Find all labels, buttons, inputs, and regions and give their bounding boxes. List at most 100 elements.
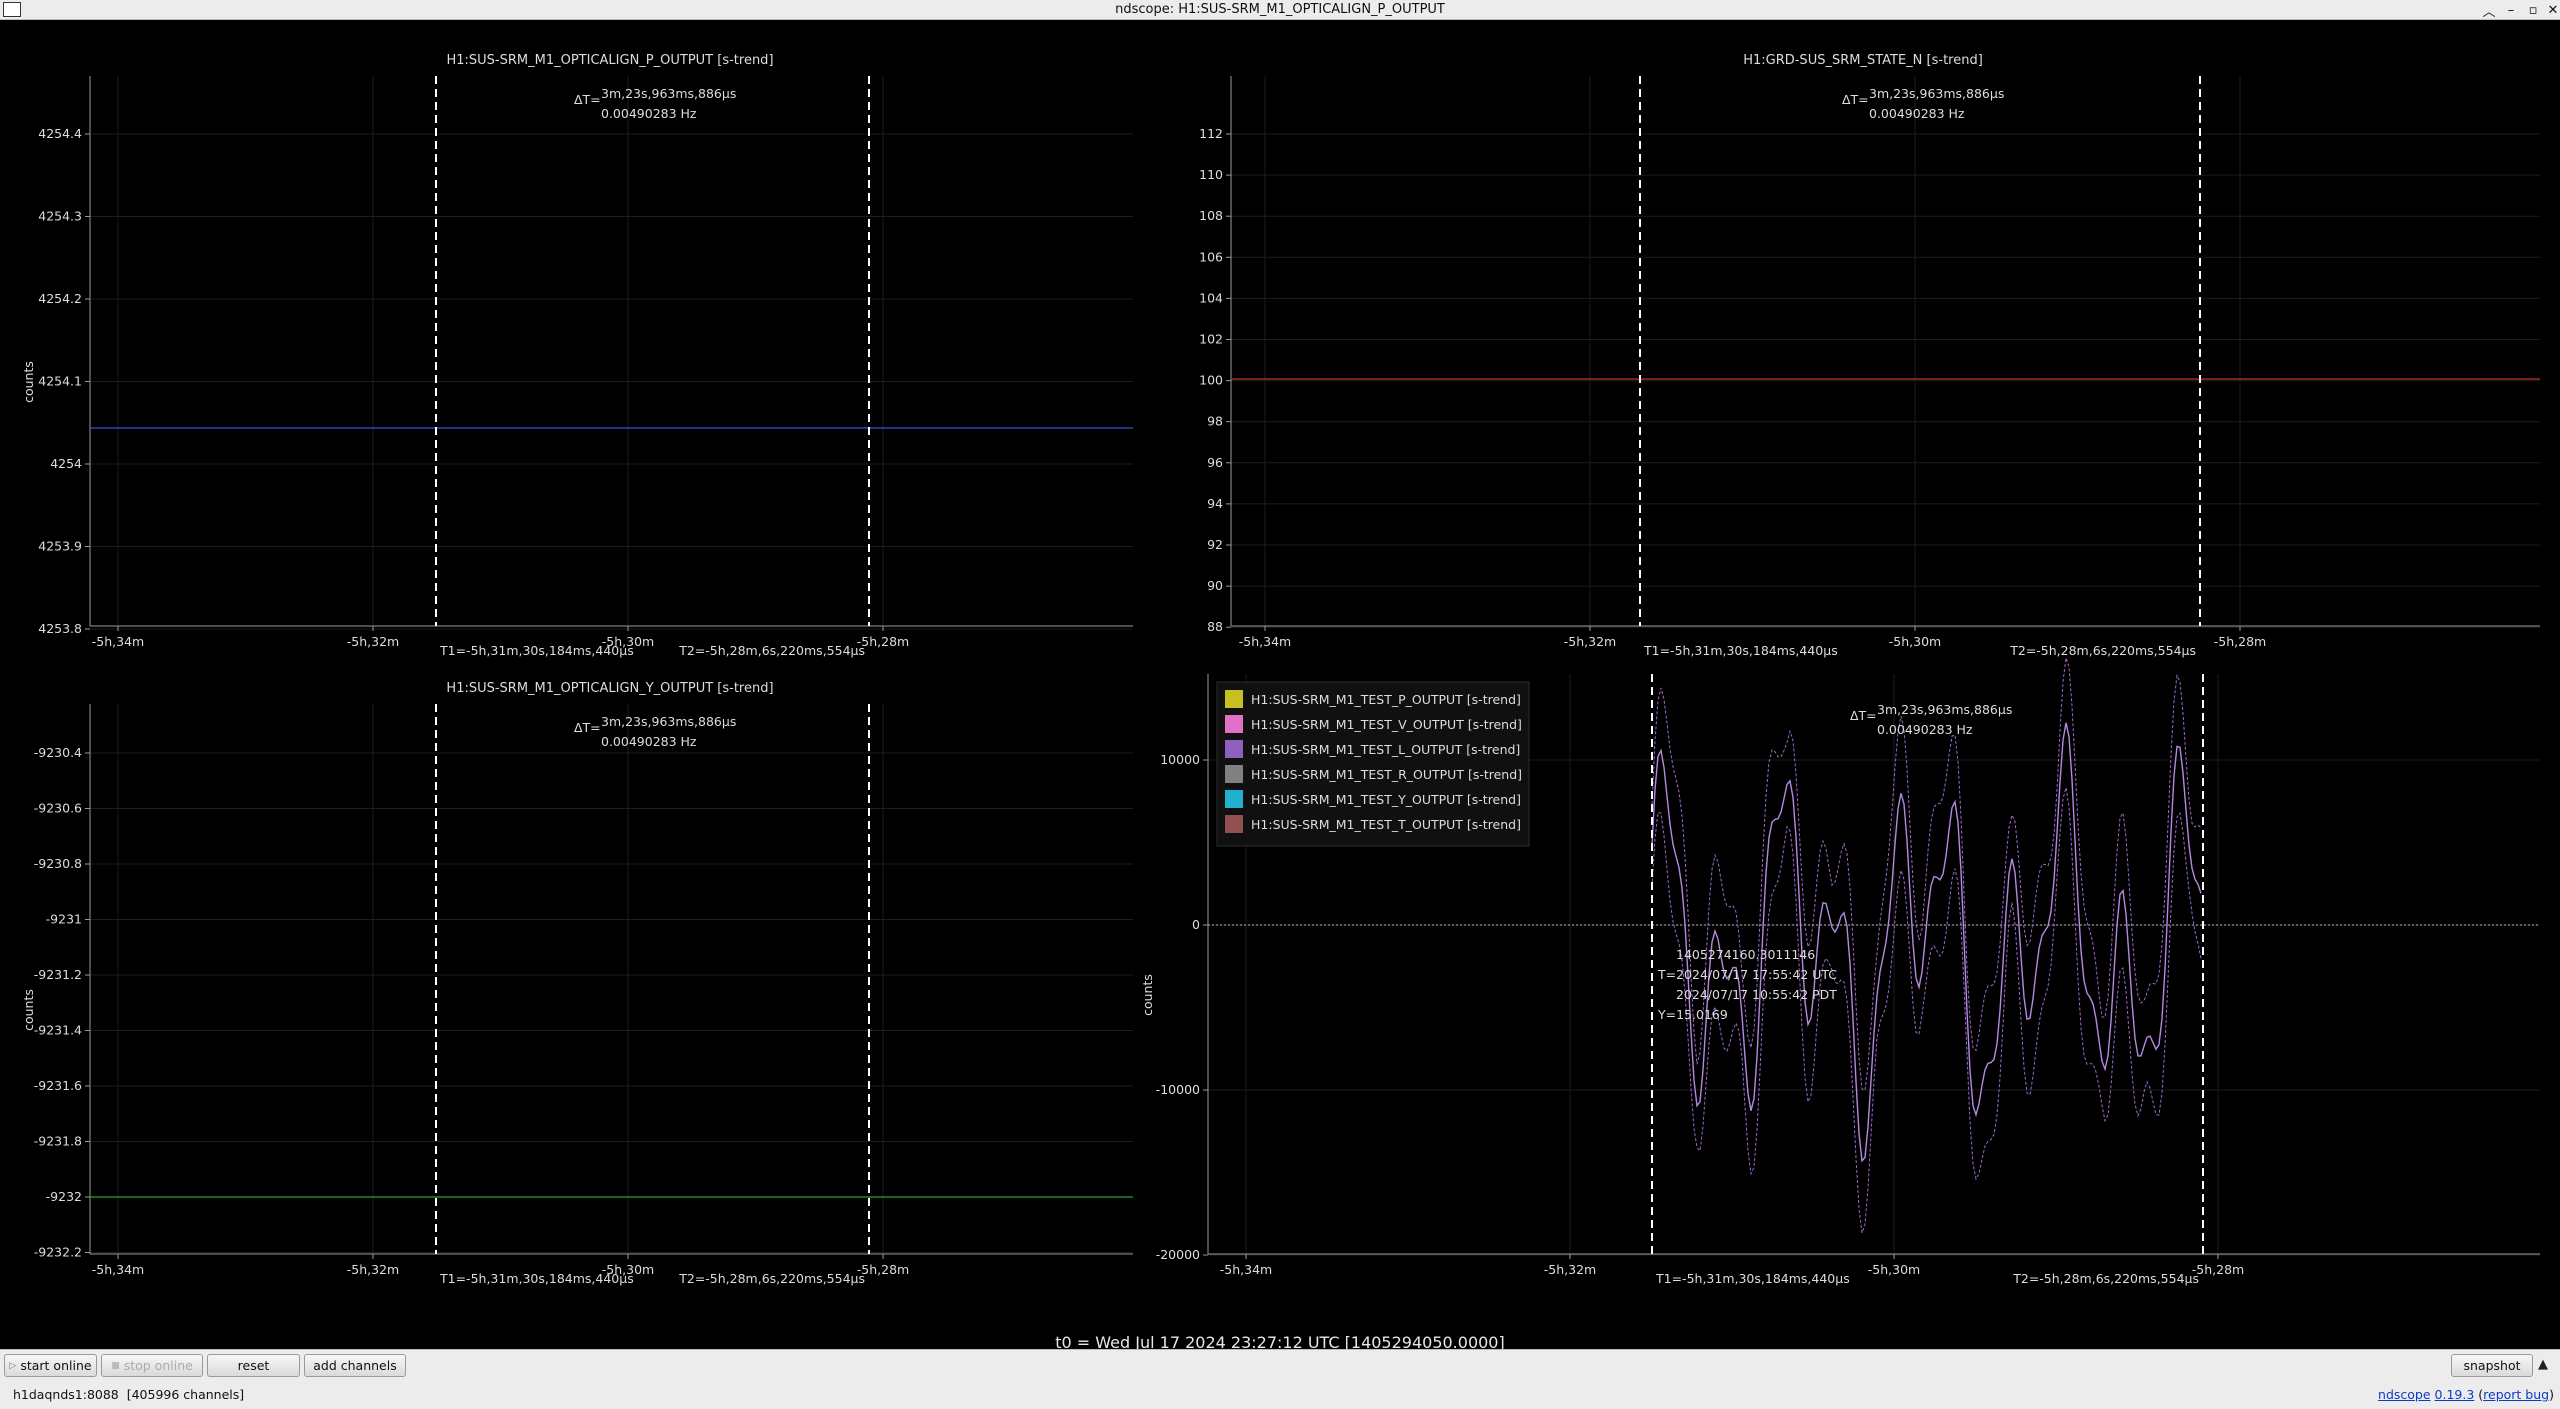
plot-yaw-ylabel: counts <box>21 989 36 1031</box>
plot-yaw[interactable]: -9230.4 -9230.6 -9230.8 -9231 -9231.2 -9231.4… <box>34 704 1133 1286</box>
add-channels-button[interactable]: add channels <box>304 1354 406 1377</box>
x-tick-label: -5h,34m <box>1239 634 1291 649</box>
y-tick-label: -9232 <box>46 1189 82 1204</box>
y-tick-label: -9230.6 <box>34 801 82 816</box>
y-tick-label: 106 <box>1199 249 1223 264</box>
x-tick-label: -5h,32m <box>1564 634 1616 649</box>
plot-pitch-title: H1:SUS-SRM_M1_OPTICALIGN_P_OUTPUT [s-tre… <box>446 53 773 68</box>
y-tick-label: -9231 <box>46 912 82 927</box>
y-tick-label: -9231.8 <box>34 1134 82 1149</box>
plot-yaw-delta-time: 3m,23s,963ms,886µs <box>601 714 736 729</box>
x-tick-label: -5h,32m <box>347 634 399 649</box>
y-tick-label: 90 <box>1207 578 1223 593</box>
maximize-icon[interactable]: ▫ <box>2522 0 2544 20</box>
y-tick-label: 88 <box>1207 619 1223 634</box>
y-tick-label: 0 <box>1192 917 1200 932</box>
plot-yaw-viewbox[interactable] <box>90 704 1133 1254</box>
y-tick-label: 94 <box>1207 496 1223 511</box>
y-tick-label: -9232.2 <box>34 1245 82 1260</box>
ndscope-link[interactable]: ndscope <box>2378 1387 2431 1402</box>
plot-state-viewbox[interactable] <box>1231 76 2540 626</box>
version-link[interactable]: 0.19.3 <box>2435 1387 2475 1402</box>
y-tick-label: 4253.9 <box>38 539 82 554</box>
plot-test-t2-label: T2=-5h,28m,6s,220ms,554µs <box>2012 1271 2199 1286</box>
legend-entry[interactable]: H1:SUS-SRM_M1_TEST_L_OUTPUT [s-trend] <box>1251 742 1520 757</box>
plot-yaw-delta-freq: 0.00490283 Hz <box>601 734 697 749</box>
y-tick-label: 104 <box>1199 290 1223 305</box>
plot-pitch-t2-label: T2=-5h,28m,6s,220ms,554µs <box>678 643 865 658</box>
y-tick-label: -9231.4 <box>34 1023 82 1038</box>
y-tick-label: 110 <box>1199 167 1223 182</box>
y-tick-label: 96 <box>1207 455 1223 470</box>
y-tick-label: 4254.4 <box>38 126 82 141</box>
plot-test-delta-label: ΔT= <box>1850 708 1877 723</box>
reset-button[interactable]: reset <box>207 1354 300 1377</box>
legend-swatch[interactable] <box>1225 815 1243 833</box>
window-titlebar: ndscope: H1:SUS-SRM_M1_OPTICALIGN_P_OUTP… <box>0 0 2560 20</box>
plot-test-ylabel: counts <box>1140 974 1155 1016</box>
plot-state-delta-label: ΔT= <box>1842 92 1869 107</box>
plot-pitch-ylabel: counts <box>21 361 36 403</box>
collapse-arrow-icon[interactable]: ▲ <box>2538 1357 2548 1372</box>
plot-yaw-title: H1:SUS-SRM_M1_OPTICALIGN_Y_OUTPUT [s-tre… <box>446 681 773 696</box>
plot-yaw-t1-label: T1=-5h,31m,30s,184ms,440µs <box>439 1271 634 1286</box>
plot-area[interactable]: 4254.4 4254.3 4254.2 4254.1 4254 4253.9 4253.8… <box>0 20 2560 1352</box>
plot-state[interactable]: 112 110 108 106 104 102 100 98 96 94 92 90 88 -5h,34… <box>1199 76 2540 658</box>
legend-swatch[interactable] <box>1225 715 1243 733</box>
plot-test-y-ticks: 10000 0 -10000 -20000 <box>1156 752 1208 1262</box>
legend-swatch[interactable] <box>1225 740 1243 758</box>
legend-swatch[interactable] <box>1225 690 1243 708</box>
plot-test[interactable]: 10000 0 -10000 -20000 -5h,34m -5h,32m -5h,30m… <box>1156 657 2540 1286</box>
snapshot-button[interactable]: snapshot <box>2451 1354 2533 1377</box>
plot-pitch-delta-freq: 0.00490283 Hz <box>601 106 697 121</box>
app-icon <box>3 2 21 17</box>
chevron-up-icon[interactable]: ︿ <box>2478 0 2500 20</box>
plot-state-t2-label: T2=-5h,28m,6s,220ms,554µs <box>2009 643 2196 658</box>
point-info-y: Y=15.0169 <box>1657 1007 1728 1022</box>
plot-state-delta-freq: 0.00490283 Hz <box>1869 106 1965 121</box>
legend-entry[interactable]: H1:SUS-SRM_M1_TEST_R_OUTPUT [s-trend] <box>1251 767 1522 782</box>
plot-test-delta-freq: 0.00490283 Hz <box>1877 722 1973 737</box>
x-tick-label: -5h,34m <box>92 1262 144 1277</box>
legend-entry[interactable]: H1:SUS-SRM_M1_TEST_Y_OUTPUT [s-trend] <box>1251 792 1521 807</box>
plot-yaw-delta-label: ΔT= <box>574 720 601 735</box>
x-tick-label: -5h,34m <box>1220 1262 1272 1277</box>
close-icon[interactable]: ✕ <box>2542 0 2560 20</box>
plot-pitch-t1-label: T1=-5h,31m,30s,184ms,440µs <box>439 643 634 658</box>
plot-state-title: H1:GRD-SUS_SRM_STATE_N [s-trend] <box>1743 53 1983 68</box>
point-info-utc: T=2024/07/17 17:55:42 UTC <box>1657 967 1837 982</box>
start-online-button[interactable]: ▷ start online <box>4 1354 97 1377</box>
plot-state-y-ticks: 112 110 108 106 104 102 100 98 96 94 92 90 88 <box>1199 126 1231 634</box>
x-tick-label: -5h,28m <box>2192 1262 2244 1277</box>
play-icon: ▷ <box>9 1360 17 1371</box>
plot-test-legend[interactable]: H1:SUS-SRM_M1_TEST_P_OUTPUT [s-trend] H1:… <box>1216 681 1530 847</box>
status-bar: h1daqnds1:8088 [405996 channels] ndscope… <box>0 1379 2560 1409</box>
legend-entry[interactable]: H1:SUS-SRM_M1_TEST_P_OUTPUT [s-trend] <box>1251 692 1521 707</box>
stop-online-button[interactable]: ■ stop online <box>101 1354 203 1377</box>
plot-pitch-delta-time: 3m,23s,963ms,886µs <box>601 86 736 101</box>
legend-entry[interactable]: H1:SUS-SRM_M1_TEST_T_OUTPUT [s-trend] <box>1251 817 1521 832</box>
y-tick-label: 4253.8 <box>38 621 82 636</box>
legend-swatch[interactable] <box>1225 765 1243 783</box>
plot-pitch-delta-label: ΔT= <box>574 92 601 107</box>
plot-pitch[interactable]: 4254.4 4254.3 4254.2 4254.1 4254 4253.9 4253.8… <box>38 76 1133 658</box>
y-tick-label: 4254.1 <box>38 374 82 389</box>
y-tick-label: -9230.8 <box>34 856 82 871</box>
y-tick-label: -10000 <box>1156 1082 1200 1097</box>
y-tick-label: 4254.2 <box>38 291 82 306</box>
x-tick-label: -5h,34m <box>92 634 144 649</box>
plots-canvas[interactable]: 4254.4 4254.3 4254.2 4254.1 4254 4253.9 4253.8… <box>0 20 2560 1349</box>
plot-pitch-viewbox[interactable] <box>90 76 1133 626</box>
plot-pitch-y-ticks: 4254.4 4254.3 4254.2 4254.1 4254 4253.9 4253.8 <box>38 126 90 636</box>
legend-swatch[interactable] <box>1225 790 1243 808</box>
y-tick-label: 102 <box>1199 332 1223 347</box>
legend-entry[interactable]: H1:SUS-SRM_M1_TEST_V_OUTPUT [s-trend] <box>1251 717 1522 732</box>
report-bug-link[interactable]: report bug <box>2483 1387 2549 1402</box>
window-title: ndscope: H1:SUS-SRM_M1_OPTICALIGN_P_OUTP… <box>1115 2 1445 17</box>
server-address: h1daqnds1:8088 <box>13 1387 119 1402</box>
y-tick-label: 4254.3 <box>38 209 82 224</box>
plot-yaw-t2-label: T2=-5h,28m,6s,220ms,554µs <box>678 1271 865 1286</box>
y-tick-label: 100 <box>1199 373 1223 388</box>
x-tick-label: -5h,32m <box>1544 1262 1596 1277</box>
minimize-icon[interactable]: – <box>2500 0 2522 20</box>
